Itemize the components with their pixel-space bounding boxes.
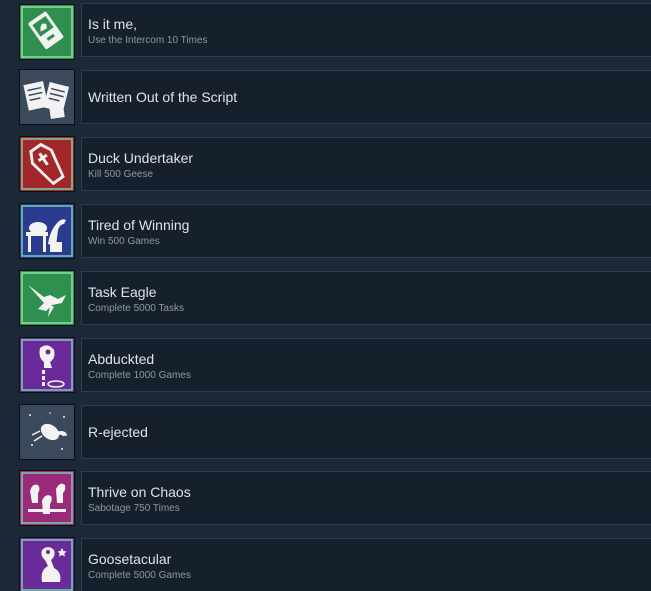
achievement-icon	[19, 136, 75, 192]
achievement-row: Thrive on Chaos Sabotage 750 Times	[0, 468, 651, 530]
achievement-icon	[19, 537, 75, 591]
achievement-icon	[19, 270, 75, 326]
achievement-title: R-ejected	[88, 424, 148, 440]
achievement-card: Written Out of the Script	[81, 70, 651, 124]
achievement-icon	[19, 4, 75, 60]
achievement-row: Task Eagle Complete 5000 Tasks	[0, 268, 651, 330]
achievement-list: Is it me, Use the Intercom 10 Times Writ…	[0, 0, 651, 591]
achievement-title: Thrive on Chaos	[88, 484, 191, 500]
intercom-icon	[20, 5, 74, 59]
tired-goose-icon	[20, 204, 74, 258]
achievement-icon	[19, 69, 75, 125]
achievement-description: Kill 500 Geese	[88, 169, 154, 180]
achievement-title: Task Eagle	[88, 284, 157, 300]
achievement-card: R-ejected	[81, 405, 651, 459]
chaos-geese-icon	[20, 471, 74, 525]
achievement-row: Duck Undertaker Kill 500 Geese	[0, 134, 651, 196]
achievement-description: Complete 5000 Tasks	[88, 303, 184, 314]
achievement-title: Is it me,	[88, 16, 138, 32]
achievement-icon	[19, 337, 75, 393]
coffin-icon	[20, 137, 74, 191]
ejected-goose-icon	[20, 405, 74, 459]
achievement-card: Tired of Winning Win 500 Games	[81, 204, 651, 258]
script-pages-icon	[20, 70, 74, 124]
eagle-icon	[20, 271, 74, 325]
achievement-card: Is it me, Use the Intercom 10 Times	[81, 3, 651, 57]
achievement-card: Thrive on Chaos Sabotage 750 Times	[81, 471, 651, 525]
achievement-title: Written Out of the Script	[88, 89, 238, 105]
achievement-icon	[19, 470, 75, 526]
achievement-icon	[19, 203, 75, 259]
achievement-title: Duck Undertaker	[88, 150, 194, 166]
achievement-description: Sabotage 750 Times	[88, 503, 180, 514]
achievement-title: Goosetacular	[88, 551, 172, 567]
achievement-title: Tired of Winning	[88, 217, 190, 233]
achievement-row: Written Out of the Script	[0, 67, 651, 129]
achievement-card: Goosetacular Complete 5000 Games	[81, 538, 651, 591]
achievement-row: Is it me, Use the Intercom 10 Times	[0, 0, 651, 62]
achievement-description: Use the Intercom 10 Times	[88, 35, 208, 46]
achievement-card: Abduckted Complete 1000 Games	[81, 338, 651, 392]
achievement-icon	[19, 404, 75, 460]
achievement-row: R-ejected	[0, 402, 651, 464]
achievement-description: Complete 5000 Games	[88, 570, 191, 581]
achievement-card: Task Eagle Complete 5000 Tasks	[81, 271, 651, 325]
achievement-title: Abduckted	[88, 351, 155, 367]
achievement-card: Duck Undertaker Kill 500 Geese	[81, 137, 651, 191]
achievement-description: Complete 1000 Games	[88, 370, 191, 381]
achievement-description: Win 500 Games	[88, 236, 160, 247]
achievement-row: Abduckted Complete 1000 Games	[0, 335, 651, 397]
achievement-row: Tired of Winning Win 500 Games	[0, 201, 651, 263]
ufo-goose-icon	[20, 338, 74, 392]
goose-star-icon	[20, 538, 74, 591]
achievement-row: Goosetacular Complete 5000 Games	[0, 535, 651, 591]
